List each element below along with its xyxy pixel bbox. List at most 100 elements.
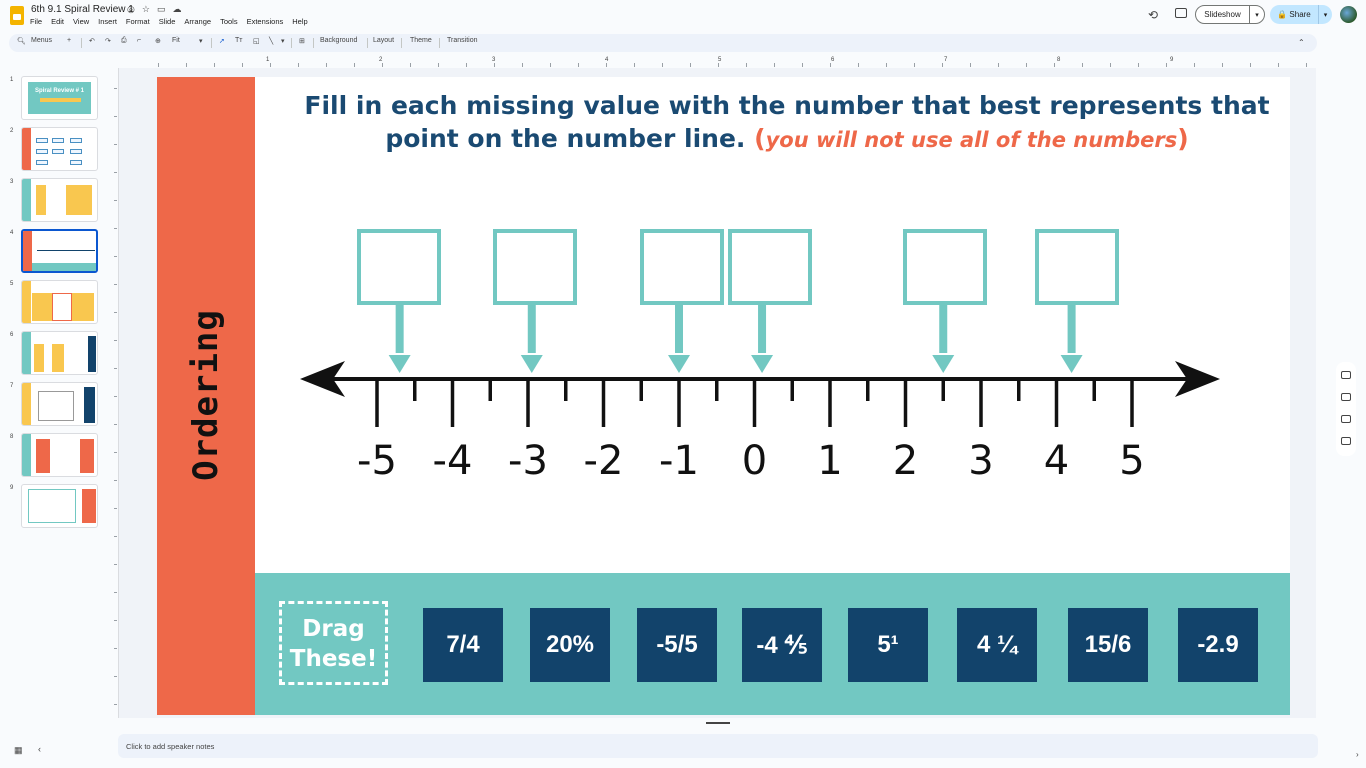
menu-file[interactable]: File [30,17,42,26]
zoom-select[interactable]: Fit [172,37,180,44]
menu-extensions[interactable]: Extensions [247,17,284,26]
vertical-ruler[interactable] [108,68,118,718]
ruler-tick [998,63,999,67]
slide[interactable]: Ordering Fill in each missing value with… [157,77,1290,715]
slide-thumbnail-1[interactable]: 1 Spiral Review # 1 [0,68,108,120]
keep-icon[interactable] [1341,393,1351,401]
slide-thumbnail-6[interactable]: 6 [0,323,108,375]
redo-icon[interactable]: ↷ [105,37,111,45]
calendar-icon[interactable] [1341,371,1351,379]
ruler-tick [114,564,117,565]
menu-arrange[interactable]: Arrange [184,17,211,26]
answer-drop-box [728,229,812,305]
search-icon[interactable]: 🔍︎ [17,37,26,45]
comment-icon[interactable] [1175,8,1187,18]
status-icon[interactable]: ◎ [127,4,135,15]
share-button[interactable]: 🔒 Share ▾ [1270,5,1332,24]
slide-thumbnail-8[interactable]: 8 [0,425,108,477]
line-icon[interactable]: ╲ [269,37,273,45]
menu-insert[interactable]: Insert [98,17,117,26]
comment-add-icon[interactable]: ⊞ [299,37,305,45]
side-label[interactable]: Ordering [186,309,226,481]
answer-tile[interactable]: 5¹ [848,608,928,682]
notes-resize-handle[interactable] [706,722,730,724]
chevron-left-icon[interactable]: ‹ [38,744,41,754]
star-icon[interactable]: ☆ [142,4,150,15]
menus-search[interactable]: Menus [31,37,52,44]
zoom-icon[interactable]: ⊕ [155,37,161,45]
chevron-down-icon[interactable]: ▾ [199,37,203,45]
tasks-icon[interactable] [1341,415,1351,423]
slide-thumbnail-2[interactable]: 2 [0,119,108,171]
thumbnail-image[interactable] [21,382,98,426]
print-icon[interactable]: ⎙ [121,37,127,45]
background-button[interactable]: Background [320,37,357,44]
paint-format-icon[interactable]: ⌐ [137,37,141,44]
text-box-icon[interactable]: Tт [235,37,242,44]
answer-tile[interactable]: 7/4 [423,608,503,682]
select-icon[interactable]: ➚ [219,37,225,45]
share-label[interactable]: 🔒 Share [1270,5,1319,24]
answer-tile[interactable]: 15/6 [1068,608,1148,682]
ruler-tick [114,116,117,117]
cloud-icon[interactable]: ☁ [172,4,181,15]
pointer-stem [939,303,948,353]
answer-tile[interactable]: -2.9 [1178,608,1258,682]
maps-icon[interactable] [1341,437,1351,445]
thumbnail-image[interactable] [21,127,98,171]
folder-icon[interactable]: ▭ [157,4,166,15]
new-slide-icon[interactable]: + [67,37,71,44]
thumb-block [84,387,95,423]
slideshow-label[interactable]: Slideshow [1196,6,1250,23]
menu-view[interactable]: View [73,17,89,26]
version-history-icon[interactable]: ⟲ [1148,8,1158,22]
slide-title[interactable]: Fill in each missing value with the numb… [297,89,1277,157]
chevron-right-icon[interactable]: › [1356,750,1359,759]
chevron-down-icon[interactable]: ▾ [1319,11,1332,19]
menu-help[interactable]: Help [292,17,307,26]
ruler-tick [1054,63,1055,67]
answer-bank: Drag These! 7/4 20% -5/5 -4 ⅘ 5¹ 4 ¼ 15/… [255,573,1290,715]
slide-thumbnail-4[interactable]: 4 [0,221,108,273]
image-icon[interactable]: ◱ [253,37,260,45]
thumbnail-image[interactable] [21,331,98,375]
slide-thumbnail-9[interactable]: 9 [0,476,108,528]
ruler-tick [522,63,523,67]
thumbnail-image[interactable] [21,280,98,324]
answer-tile[interactable]: -5/5 [637,608,717,682]
answer-tile[interactable]: 4 ¼ [957,608,1037,682]
grid-view-icon[interactable]: ▦ [14,745,23,756]
menu-edit[interactable]: Edit [51,17,64,26]
horizontal-ruler[interactable]: 1 2 3 4 5 6 7 8 9 [118,57,1316,68]
slide-thumbnail-7[interactable]: 7 [0,374,108,426]
menu-slide[interactable]: Slide [159,17,176,26]
ruler-tick [114,592,117,593]
undo-icon[interactable]: ↶ [89,37,95,45]
layout-button[interactable]: Layout [373,37,394,44]
slide-thumbnail-5[interactable]: 5 [0,272,108,324]
tick-label: 3 [968,438,993,484]
number-line-diagram[interactable]: -5 -4 -3 -2 -1 0 1 2 3 4 5 [295,227,1225,567]
slides-logo-icon[interactable] [10,6,24,25]
chevron-down-icon[interactable]: ▾ [281,37,285,45]
avatar[interactable] [1340,6,1357,23]
chevron-down-icon[interactable]: ▾ [1250,11,1264,19]
menu-tools[interactable]: Tools [220,17,238,26]
thumb-block [36,185,46,215]
thumbnail-image[interactable] [21,484,98,528]
slide-thumbnail-3[interactable]: 3 [0,170,108,222]
thumbnail-image[interactable]: Spiral Review # 1 [21,76,98,120]
ruler-tick [114,340,117,341]
thumbnail-image[interactable] [21,178,98,222]
slideshow-button[interactable]: Slideshow ▾ [1195,5,1265,24]
thumbnail-image[interactable] [21,433,98,477]
transition-button[interactable]: Transition [447,37,477,44]
chevron-up-icon[interactable]: ⌃ [1298,38,1305,47]
theme-button[interactable]: Theme [410,37,432,44]
answer-tile[interactable]: 20% [530,608,610,682]
menu-format[interactable]: Format [126,17,150,26]
document-title[interactable]: 6th 9.1 Spiral Review 1 [31,4,134,15]
speaker-notes[interactable]: Click to add speaker notes [118,734,1318,758]
thumbnail-image-active[interactable] [21,229,98,273]
answer-tile[interactable]: -4 ⅘ [742,608,822,682]
